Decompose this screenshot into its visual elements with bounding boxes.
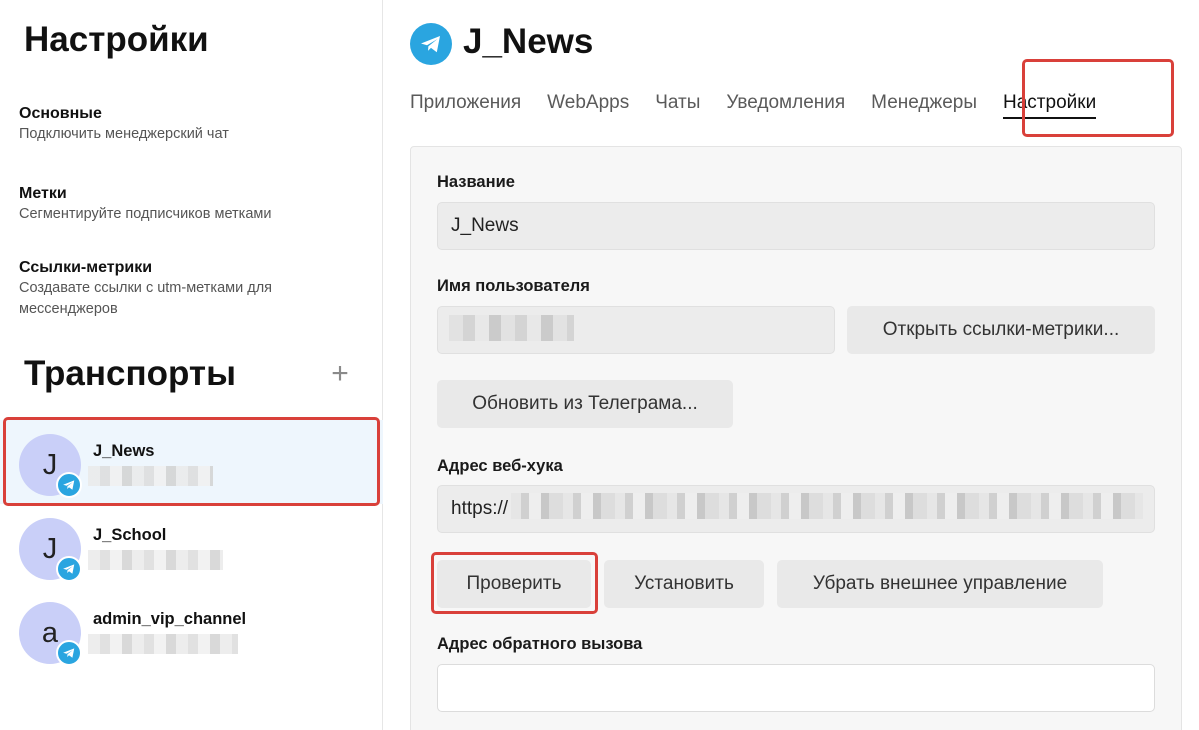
- redacted-text: [511, 493, 1143, 519]
- transport-name: J_News: [93, 442, 155, 460]
- redacted-text: [88, 550, 223, 570]
- tab-webapps[interactable]: WebApps: [547, 92, 629, 119]
- telegram-icon: [56, 556, 82, 582]
- transport-name: admin_vip_channel: [93, 610, 247, 628]
- tab-managers[interactable]: Менеджеры: [871, 92, 977, 119]
- tab-settings[interactable]: Настройки: [1003, 92, 1097, 119]
- redacted-text: [88, 466, 213, 486]
- name-field[interactable]: [437, 202, 1155, 250]
- remove-external-control-button[interactable]: Убрать внешнее управление: [777, 560, 1103, 608]
- settings-panel: Название Имя пользователя Открыть ссылки…: [410, 146, 1182, 730]
- transport-item-j-news[interactable]: J J_News: [0, 420, 383, 504]
- main-content: J_News Приложения WebApps Чаты Уведомлен…: [384, 0, 1199, 730]
- sidebar-item-desc: Создавате ссылки с utm-метками для мессе…: [19, 280, 273, 317]
- webhook-label: Адрес веб-хука: [437, 457, 563, 475]
- transport-item-admin-vip-channel[interactable]: a admin_vip_channel: [0, 588, 383, 672]
- app-window: Настройки Основные Подключить менеджерск…: [0, 0, 1199, 730]
- sidebar-item-title: Метки: [19, 185, 67, 202]
- page-title: J_News: [463, 22, 594, 61]
- telegram-icon: [410, 23, 452, 65]
- check-button[interactable]: Проверить: [437, 560, 591, 608]
- transports-title: Транспорты: [24, 354, 236, 393]
- sidebar-item-desc: Сегментируйте подписчиков метками: [19, 206, 272, 222]
- sidebar-item-tags[interactable]: Метки Сегментируйте подписчиков метками: [19, 184, 349, 225]
- tab-notifications[interactable]: Уведомления: [726, 92, 845, 119]
- webhook-prefix: https://: [451, 498, 509, 519]
- sidebar-item-main[interactable]: Основные Подключить менеджерский чат: [19, 104, 349, 145]
- tab-bar: Приложения WebApps Чаты Уведомления Мене…: [410, 92, 1097, 119]
- telegram-icon: [56, 472, 82, 498]
- add-transport-button[interactable]: +: [326, 356, 354, 392]
- open-metric-links-button[interactable]: Открыть ссылки-метрики...: [847, 306, 1155, 354]
- refresh-from-telegram-button[interactable]: Обновить из Телеграма...: [437, 380, 733, 428]
- redacted-text: [88, 634, 238, 654]
- sidebar-title: Настройки: [24, 20, 209, 59]
- username-label: Имя пользователя: [437, 277, 590, 295]
- sidebar-item-metric-links[interactable]: Ссылки-метрики Создавате ссылки с utm-ме…: [19, 258, 329, 320]
- name-label: Название: [437, 173, 515, 191]
- telegram-icon: [56, 640, 82, 666]
- redacted-text: [449, 315, 574, 341]
- sidebar-item-title: Ссылки-метрики: [19, 259, 153, 276]
- tab-apps[interactable]: Приложения: [410, 92, 521, 119]
- sidebar: Настройки Основные Подключить менеджерск…: [0, 0, 383, 730]
- tab-chats[interactable]: Чаты: [655, 92, 700, 119]
- install-button[interactable]: Установить: [604, 560, 764, 608]
- callback-field[interactable]: [437, 664, 1155, 712]
- sidebar-item-title: Основные: [19, 105, 102, 122]
- transport-name: J_School: [93, 526, 167, 544]
- callback-label: Адрес обратного вызова: [437, 635, 643, 653]
- transport-item-j-school[interactable]: J J_School: [0, 504, 383, 588]
- sidebar-item-desc: Подключить менеджерский чат: [19, 126, 229, 142]
